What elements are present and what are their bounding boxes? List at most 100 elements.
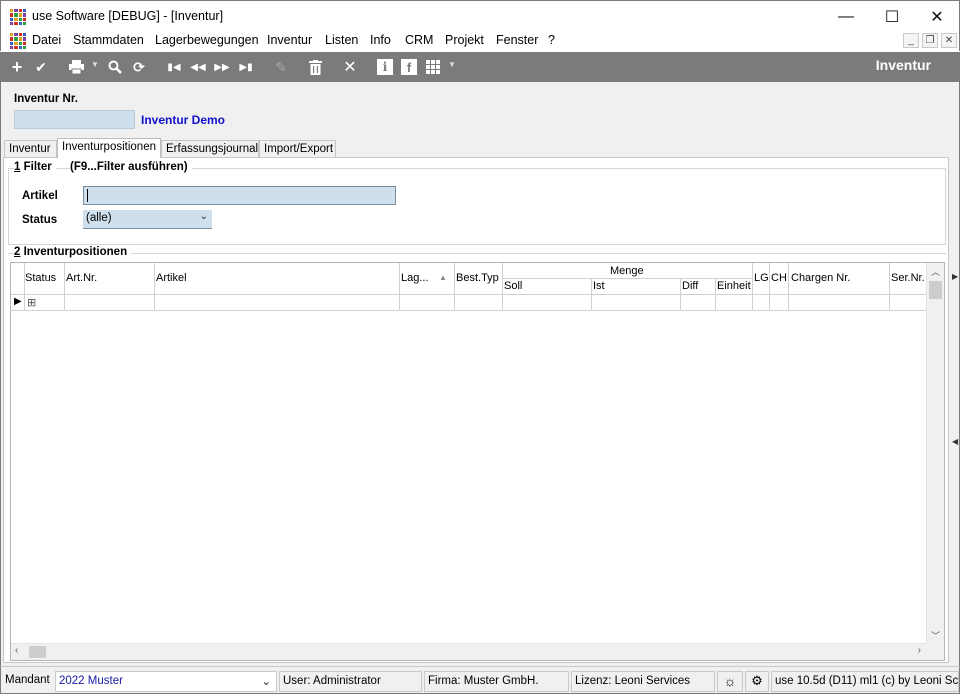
prev-icon[interactable]: ◀◀: [189, 58, 207, 76]
minimize-icon: —: [838, 7, 854, 25]
edit-icon[interactable]: ✎: [272, 58, 290, 76]
vertical-scrollbar[interactable]: ︿ ﹀: [926, 263, 944, 644]
cancel-icon[interactable]: ✕: [341, 58, 359, 76]
print-icon[interactable]: [67, 58, 85, 76]
artikel-input[interactable]: [83, 186, 396, 205]
col-einheit[interactable]: Einheit: [717, 280, 751, 292]
first-icon[interactable]: ▮◀: [165, 58, 183, 76]
menu-datei[interactable]: Datei: [32, 33, 61, 47]
menu-listen[interactable]: Listen: [325, 33, 358, 47]
menu-inventur[interactable]: Inventur: [267, 33, 312, 47]
col-status[interactable]: Status: [25, 272, 56, 284]
tab-inventurpositionen[interactable]: Inventurpositionen: [57, 138, 161, 158]
mandant-value: 2022 Muster: [59, 675, 123, 687]
mdi-minimize-icon[interactable]: _: [903, 33, 919, 48]
maximize-button[interactable]: ☐: [869, 1, 915, 32]
row-indicator-icon: ▶: [14, 296, 22, 307]
inventur-nr-field[interactable]: [14, 110, 135, 129]
grid-icon[interactable]: [424, 58, 442, 76]
tab-import-export[interactable]: Import/Export: [259, 140, 336, 157]
filter-group: [8, 168, 946, 245]
col-artikel[interactable]: Artikel: [156, 272, 187, 284]
menu-lagerbewegungen[interactable]: Lagerbewegungen: [155, 33, 259, 47]
mdi-close-icon[interactable]: ✕: [941, 33, 957, 48]
menu-fenster[interactable]: Fenster: [496, 33, 538, 47]
col-ist[interactable]: Ist: [593, 280, 605, 292]
tab-inventur[interactable]: Inventur: [4, 140, 57, 157]
side-expand-icon[interactable]: ◀: [952, 437, 958, 451]
positions-grid[interactable]: Status Art.Nr. Artikel Lag... ▲ Best.Typ…: [10, 262, 945, 661]
expand-row-icon[interactable]: ⊞: [27, 296, 36, 309]
menu-stammdaten[interactable]: Stammdaten: [73, 33, 144, 47]
col-ser-nr[interactable]: Ser.Nr.: [891, 272, 925, 284]
info-icon[interactable]: i: [376, 58, 394, 76]
inventur-nr-label: Inventur Nr.: [14, 93, 78, 105]
positions-group-title: 2 Inventurpositionen: [14, 246, 132, 258]
mdi-restore-icon[interactable]: ❐: [922, 33, 938, 48]
col-lager[interactable]: Lag...: [401, 272, 429, 284]
close-button[interactable]: ✕: [914, 1, 960, 32]
status-value: (alle): [86, 212, 112, 224]
toolbar-title: Inventur: [875, 57, 931, 73]
col-lg[interactable]: LG: [754, 272, 769, 284]
title-bar: use Software [DEBUG] - [Inventur] — ☐ ✕: [0, 0, 960, 31]
scroll-up-icon[interactable]: ︿: [931, 265, 940, 278]
print-dropdown-icon[interactable]: ▼: [91, 60, 99, 69]
col-line: [502, 263, 503, 311]
col-line: [680, 278, 681, 311]
filter-hint: (F9...Filter ausführen): [70, 161, 192, 173]
lizenz-field: Lizenz: Leoni Services: [571, 671, 715, 692]
text-caret: [87, 189, 88, 202]
close-icon: ✕: [930, 8, 944, 26]
row-bottom-line: [11, 310, 927, 311]
app-menu-icon[interactable]: [10, 33, 26, 49]
col-soll[interactable]: Soll: [504, 280, 522, 292]
refresh-icon[interactable]: ⟳: [130, 58, 148, 76]
status-bar: Mandant 2022 Muster ⌄ User: Administrato…: [0, 666, 960, 694]
col-best-typ[interactable]: Best.Typ: [456, 272, 499, 284]
col-chargen-nr[interactable]: Chargen Nr.: [791, 272, 850, 284]
next-icon[interactable]: ▶▶: [213, 58, 231, 76]
scroll-left-icon[interactable]: ‹: [15, 645, 18, 656]
side-collapse-icon[interactable]: ▶: [952, 272, 958, 286]
status-select[interactable]: (alle) ⌄: [83, 210, 212, 229]
sun-icon[interactable]: ☼: [717, 671, 743, 692]
facebook-icon[interactable]: f: [400, 58, 418, 76]
col-diff[interactable]: Diff: [682, 280, 698, 292]
col-line: [788, 263, 789, 311]
chevron-down-icon: ⌄: [261, 676, 271, 688]
scroll-down-icon[interactable]: ﹀: [931, 629, 940, 642]
minimize-button[interactable]: —: [823, 1, 869, 32]
tab-panel: 1 Filter (F9...Filter ausführen) Artikel…: [3, 157, 949, 663]
app-logo-icon: [10, 9, 26, 25]
menu-crm[interactable]: CRM: [405, 33, 433, 47]
grid-dropdown-icon[interactable]: ▼: [448, 60, 456, 69]
check-icon[interactable]: ✔: [32, 58, 50, 76]
last-icon[interactable]: ▶▮: [237, 58, 255, 76]
tab-erfassungsjournal[interactable]: Erfassungsjournal: [161, 140, 259, 157]
user-field: User: Administrator: [279, 671, 422, 692]
menu-info[interactable]: Info: [370, 33, 391, 47]
gear-icon[interactable]: ⚙: [745, 671, 769, 692]
horizontal-scrollbar[interactable]: ‹ ›: [11, 643, 927, 660]
menge-header: Menge: [610, 265, 644, 277]
filter-group-title: 1 Filter: [14, 161, 56, 173]
search-icon[interactable]: [106, 58, 124, 76]
positions-group-line: [8, 253, 946, 254]
col-line: [769, 263, 770, 311]
col-ch[interactable]: CH: [771, 272, 787, 284]
scroll-right-icon[interactable]: ›: [918, 645, 921, 656]
mandant-select[interactable]: 2022 Muster ⌄: [55, 671, 277, 692]
add-icon[interactable]: +: [8, 57, 26, 77]
chevron-down-icon: ⌄: [199, 211, 208, 222]
menu-help[interactable]: ?: [548, 33, 555, 47]
window-title: use Software [DEBUG] - [Inventur]: [32, 9, 224, 23]
vertical-scroll-thumb[interactable]: [929, 281, 942, 299]
maximize-icon: ☐: [884, 8, 900, 26]
horizontal-scroll-thumb[interactable]: [29, 646, 46, 658]
col-line: [715, 278, 716, 311]
col-art-nr[interactable]: Art.Nr.: [66, 272, 97, 284]
delete-icon[interactable]: [306, 58, 324, 76]
toolbar: + ✔ ▼ ⟳ ▮◀ ◀◀ ▶▶ ▶▮ ✎ ✕ i f ▼ Inventur: [0, 52, 960, 82]
menu-projekt[interactable]: Projekt: [445, 33, 484, 47]
